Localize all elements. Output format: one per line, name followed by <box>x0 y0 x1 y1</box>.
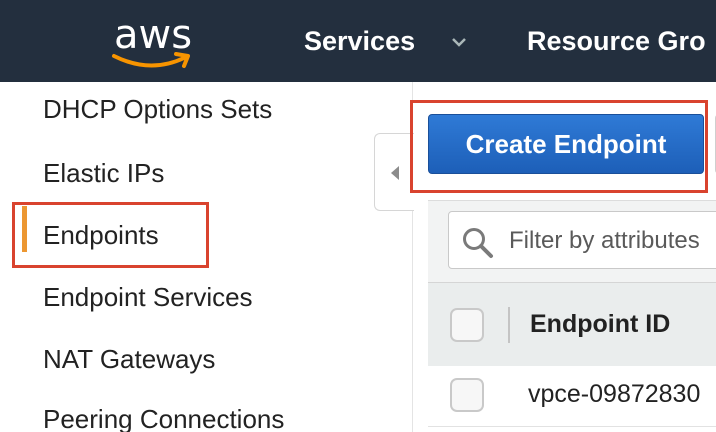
sidebar-item-elastic-ips[interactable]: Elastic IPs <box>43 158 164 189</box>
sidebar-item-peering-connections[interactable]: Peering Connections <box>43 404 284 432</box>
filter-input[interactable] <box>507 220 716 262</box>
column-separator <box>508 307 510 343</box>
filter-field[interactable] <box>448 211 716 269</box>
sidebar-item-dhcp-options-sets[interactable]: DHCP Options Sets <box>43 94 272 125</box>
chevron-down-icon[interactable] <box>450 36 468 48</box>
aws-smile-icon <box>112 52 190 68</box>
aws-logo[interactable]: aws <box>110 12 198 70</box>
services-menu[interactable]: Services <box>304 26 415 57</box>
column-header-endpoint-id[interactable]: Endpoint ID <box>530 310 670 339</box>
table-header: Endpoint ID <box>428 282 716 368</box>
endpoint-id-cell: vpce-09872830 <box>528 380 701 408</box>
row-checkbox[interactable] <box>450 378 484 412</box>
sidebar-item-nat-gateways[interactable]: NAT Gateways <box>43 344 215 375</box>
select-all-checkbox[interactable] <box>450 308 484 342</box>
caret-left-icon <box>391 166 399 180</box>
resource-groups-menu[interactable]: Resource Gro <box>527 26 706 57</box>
collapse-sidebar-button[interactable] <box>374 133 414 211</box>
filter-bar <box>428 200 716 283</box>
endpoints-highlight-box <box>12 202 209 268</box>
search-icon <box>463 228 493 258</box>
top-navigation-bar: aws Services Resource Gro <box>0 0 716 82</box>
create-endpoint-highlight-box <box>410 100 708 193</box>
table-row[interactable]: vpce-09872830 <box>428 366 716 427</box>
sidebar-item-endpoint-services[interactable]: Endpoint Services <box>43 282 253 313</box>
